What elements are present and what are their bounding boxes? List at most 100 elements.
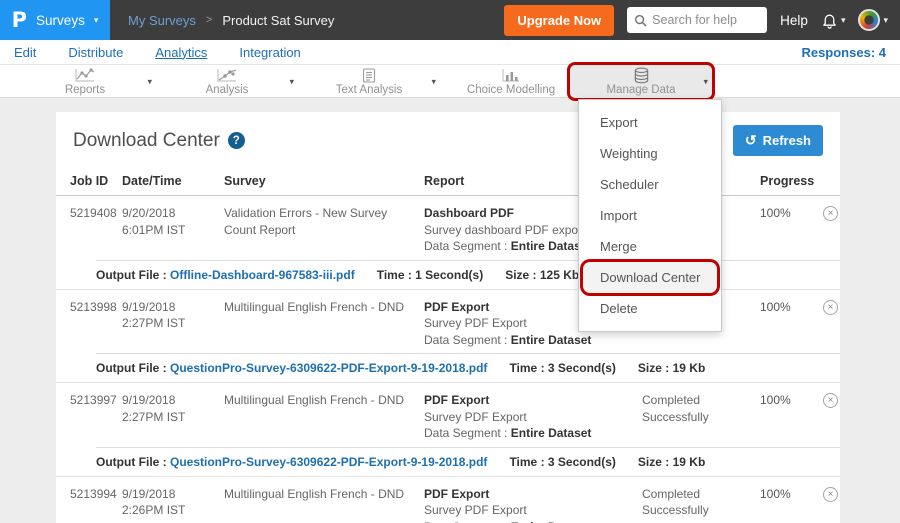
menu-item-merge[interactable]: Merge [579, 231, 721, 262]
help-badge-icon[interactable]: ? [228, 132, 245, 149]
surveys-workspace-menu[interactable]: P Surveys ▾ [0, 0, 110, 40]
page-title: Download Center [73, 130, 220, 152]
job-id-cell: 5213998 [70, 299, 122, 349]
action-cell: × [812, 299, 840, 349]
menu-item-export[interactable]: Export [579, 107, 721, 138]
toolbar-item-text-analysis[interactable]: Text Analysis ▾ [298, 65, 440, 98]
size-label: Size : [505, 268, 536, 282]
menu-item-import[interactable]: Import [579, 200, 721, 231]
time-value: 3 Second(s) [548, 455, 616, 469]
data-segment-label: Data Segment : [424, 426, 507, 440]
size-value: 125 Kb [540, 268, 579, 282]
topbar-right: Upgrade Now Help ▾ ▾ [504, 5, 900, 36]
responses-count: Responses: 4 [801, 45, 886, 60]
report-desc: Survey PDF Export [424, 409, 632, 426]
manage-data-dropdown: ExportWeightingSchedulerImportMergeDownl… [578, 99, 722, 332]
search-input[interactable] [652, 13, 760, 27]
menu-item-scheduler[interactable]: Scheduler [579, 169, 721, 200]
progress-cell: 100% [760, 205, 812, 255]
output-file-row: Output File : QuestionPro-Survey-6309622… [96, 447, 840, 476]
notifications-menu[interactable]: ▾ [821, 12, 846, 29]
cancel-job-icon[interactable]: × [823, 300, 838, 315]
refresh-button[interactable]: ↺ Refresh [733, 125, 823, 156]
tab-edit[interactable]: Edit [14, 45, 36, 60]
output-file-link[interactable]: QuestionPro-Survey-6309622-PDF-Export-9-… [170, 361, 487, 375]
tab-analytics[interactable]: Analytics [155, 45, 207, 60]
questionpro-logo: P [12, 8, 27, 32]
table-row: 5213994 9/19/2018 2:26PM IST Multilingua… [56, 477, 840, 523]
account-menu[interactable]: ▾ [858, 9, 888, 31]
progress-cell: 100% [760, 486, 812, 523]
chevron-down-icon[interactable]: ▾ [431, 76, 436, 87]
panel-header: Download Center ? ↺ Refresh [56, 112, 840, 167]
database-icon [633, 68, 650, 83]
tab-items: Edit Distribute Analytics Integration [14, 45, 301, 60]
table-row: 5213997 9/19/2018 2:27PM IST Multilingua… [56, 383, 840, 477]
datetime-cell: 9/20/2018 6:01PM IST [122, 205, 224, 255]
header-progress: Progress [760, 174, 812, 188]
output-file-row: Output File : Offline-Dashboard-967583-i… [96, 260, 840, 289]
output-file-label: Output File : [96, 361, 167, 375]
header-job-id: Job ID [70, 174, 122, 188]
report-data-segment: Data Segment : Entire Dataset [424, 519, 632, 523]
chevron-down-icon[interactable]: ▾ [289, 76, 294, 87]
chevron-down-icon: ▾ [841, 15, 846, 26]
survey-cell: Validation Errors - New Survey Count Rep… [224, 205, 424, 255]
survey-cell: Multilingual English French - DND [224, 299, 424, 349]
tab-integration[interactable]: Integration [239, 45, 300, 60]
data-segment-value: Entire Dataset [511, 333, 592, 347]
chevron-down-icon[interactable]: ▾ [147, 76, 152, 87]
avatar [858, 9, 880, 31]
help-search-box[interactable] [627, 7, 767, 33]
table-row: 5213998 9/19/2018 2:27PM IST Multilingua… [56, 290, 840, 384]
breadcrumb-my-surveys[interactable]: My Surveys [128, 13, 196, 28]
time-label: Time : [377, 268, 412, 282]
breadcrumb-current-survey: Product Sat Survey [222, 13, 334, 28]
toolbar-item-reports[interactable]: Reports ▾ [14, 65, 156, 98]
output-file-label: Output File : [96, 268, 167, 282]
action-cell: × [812, 486, 840, 523]
tab-distribute[interactable]: Distribute [68, 45, 123, 60]
toolbar-item-choice-modelling[interactable]: Choice Modelling ▾ [440, 65, 582, 98]
output-file-link[interactable]: Offline-Dashboard-967583-iii.pdf [170, 268, 355, 282]
time-value: 3 Second(s) [548, 361, 616, 375]
report-title: PDF Export [424, 392, 632, 409]
report-data-segment: Data Segment : Entire Dataset [424, 425, 632, 442]
output-file-link[interactable]: QuestionPro-Survey-6309622-PDF-Export-9-… [170, 455, 487, 469]
survey-tab-bar: Edit Distribute Analytics Integration Respo… [0, 40, 900, 65]
status-cell: Completed Successfully [642, 392, 760, 442]
time-label: Time : [509, 361, 544, 375]
report-cell: PDF Export Survey PDF Export Data Segmen… [424, 486, 642, 523]
jobs-table-body: 5219408 9/20/2018 6:01PM IST Validation … [56, 196, 840, 523]
datetime-cell: 9/19/2018 2:27PM IST [122, 392, 224, 442]
report-title: PDF Export [424, 486, 632, 503]
refresh-icon: ↺ [745, 132, 757, 149]
job-id-cell: 5213994 [70, 486, 122, 523]
size-label: Size : [638, 455, 669, 469]
cancel-job-icon[interactable]: × [823, 393, 838, 408]
toolbar-item-analysis[interactable]: Analysis ▾ [156, 65, 298, 98]
menu-item-delete[interactable]: Delete [579, 293, 721, 324]
chevron-down-icon[interactable]: ▾ [703, 76, 708, 87]
time-label: Time : [509, 455, 544, 469]
report-data-segment: Data Segment : Entire Dataset [424, 332, 632, 349]
output-file-label: Output File : [96, 455, 167, 469]
cancel-job-icon[interactable]: × [823, 487, 838, 502]
cancel-job-icon[interactable]: × [823, 206, 838, 221]
data-segment-label: Data Segment : [424, 239, 507, 253]
trend-chart-icon [217, 68, 237, 83]
download-center-panel: Download Center ? ↺ Refresh Job ID Date/… [56, 112, 840, 523]
bell-icon [821, 12, 838, 29]
help-link[interactable]: Help [780, 13, 808, 28]
report-cell: PDF Export Survey PDF Export Data Segmen… [424, 392, 642, 442]
line-chart-icon [75, 68, 95, 83]
output-file-row: Output File : QuestionPro-Survey-6309622… [96, 353, 840, 382]
toolbar-item-manage-data[interactable]: Manage Data ▾ [570, 65, 712, 98]
menu-item-weighting[interactable]: Weighting [579, 138, 721, 169]
table-header-row: Job ID Date/Time Survey Report Progress [56, 167, 840, 196]
upgrade-now-button[interactable]: Upgrade Now [504, 5, 614, 36]
menu-item-download-center[interactable]: Download Center [583, 262, 717, 293]
datetime-cell: 9/19/2018 2:26PM IST [122, 486, 224, 523]
data-segment-label: Data Segment : [424, 333, 507, 347]
data-segment-value: Entire Dataset [511, 426, 592, 440]
